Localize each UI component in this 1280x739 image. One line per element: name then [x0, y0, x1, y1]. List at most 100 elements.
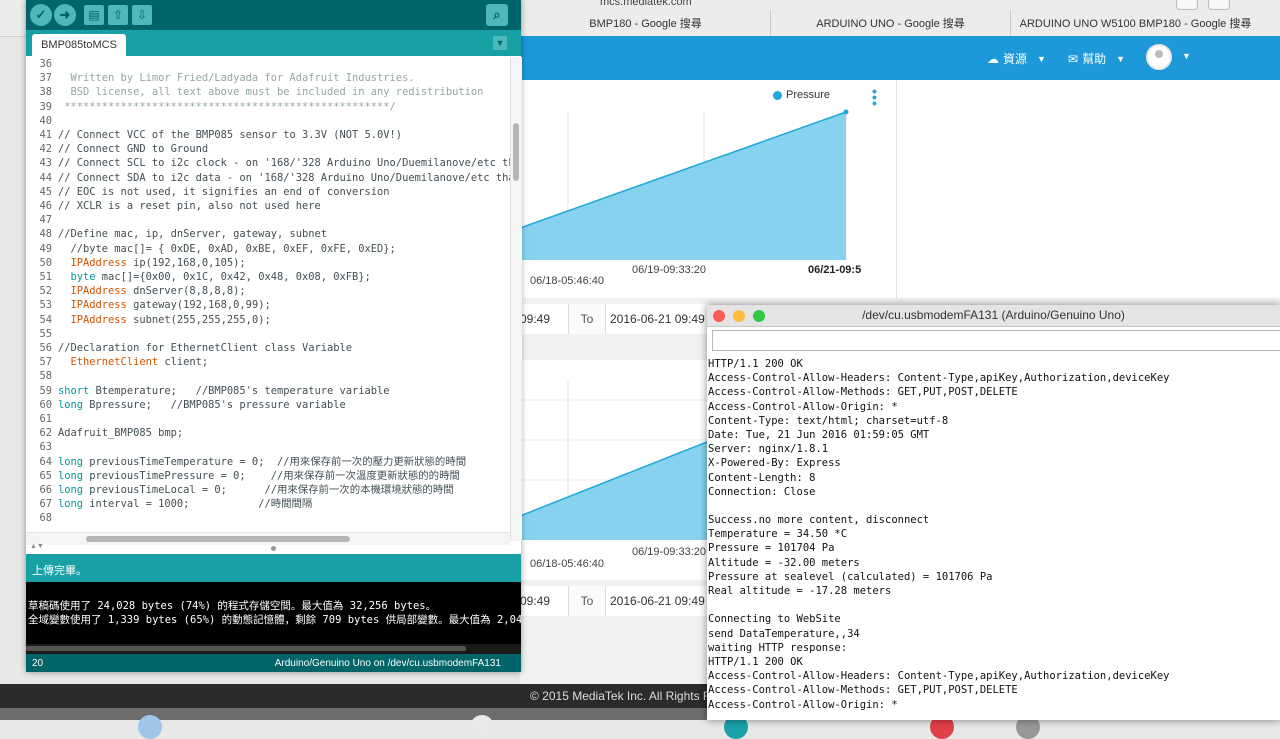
- range-from-value[interactable]: 09:49: [520, 312, 550, 326]
- line-number: 60: [39, 398, 52, 411]
- code-token: // Connect SDA to i2c data - on '168/'32…: [58, 171, 510, 184]
- serial-line: Content-Length: 8: [708, 471, 816, 484]
- browser-tab[interactable]: ARDUINO UNO - Google 搜尋: [770, 10, 1010, 36]
- serial-line: HTTP/1.1 200 OK: [708, 655, 803, 668]
- code-text: // Connect SDA to i2c data - on '168/'32…: [58, 171, 510, 185]
- code-text: // Connect SCL to i2c clock - on '168/'3…: [58, 156, 510, 170]
- browser-tab[interactable]: ARDUINO UNO W5100 BMP180 - Google 搜尋: [1010, 10, 1260, 36]
- scrollbar-thumb[interactable]: [26, 646, 466, 651]
- zoom-window-icon[interactable]: [753, 310, 765, 322]
- date-range-row: 09:49 To 2016-06-21 09:49: [520, 304, 707, 334]
- code-token: previousTimeTemperature = 0; //用來保存前一次的壓…: [83, 455, 467, 468]
- code-line: 48 //Define mac, ip, dnServer, gateway, s…: [26, 227, 327, 241]
- line-number: 39: [39, 100, 52, 113]
- save-sketch-button[interactable]: ⇩: [132, 5, 152, 25]
- line-number: 45: [39, 185, 52, 198]
- code-text: IPAddress subnet(255,255,255,0);: [58, 313, 271, 327]
- tab-menu-icon[interactable]: ▼: [493, 36, 507, 50]
- code-text: //Define mac, ip, dnServer, gateway, sub…: [58, 227, 327, 241]
- verify-button[interactable]: ✓: [30, 4, 52, 26]
- range-to-value[interactable]: 2016-06-21 09:49: [610, 312, 705, 326]
- x-tick-label: 06/18-05:46:40: [530, 558, 605, 570]
- code-editor[interactable]: 36 37 Written by Limor Fried/Ladyada for …: [26, 57, 510, 541]
- code-token: Adafruit_BMP085 bmp;: [58, 427, 184, 440]
- ide-status-bar: 上傳完畢。: [26, 554, 521, 582]
- code-token: long: [58, 455, 84, 468]
- resources-menu[interactable]: ☁ 資源 ▼: [987, 50, 1046, 67]
- serial-line: X-Powered-By: Express: [708, 457, 841, 470]
- data-point: [843, 109, 849, 115]
- code-text: // EOC is not used, it signifies an end …: [58, 185, 390, 199]
- serial-line: Connecting to WebSite: [708, 613, 841, 626]
- code-text: long previousTimePressure = 0; //用來保存前一次…: [58, 469, 460, 483]
- code-line: 66 long previousTimeLocal = 0; //用來保存前一次的…: [26, 483, 453, 497]
- dock-app-icon[interactable]: [138, 715, 162, 739]
- share-icon[interactable]: [1176, 0, 1198, 10]
- code-token: previousTimeLocal = 0; //用來保存前一次的本機環境狀態的…: [83, 484, 454, 496]
- browser-tab[interactable]: BMP180 - Google 搜尋: [520, 10, 770, 36]
- serial-line: Access-Control-Allow-Origin: *: [708, 400, 898, 413]
- browser-tab-label: BMP180 - Google 搜尋: [589, 18, 702, 30]
- editor-horizontal-scrollbar[interactable]: [26, 532, 510, 545]
- code-token: previousTimePressure = 0; //用來保存前一次溫度更新狀…: [83, 469, 460, 482]
- code-token: client;: [158, 356, 209, 369]
- line-number: 56: [39, 342, 52, 354]
- serial-send-input[interactable]: [712, 330, 1280, 351]
- minimize-window-icon[interactable]: [733, 310, 745, 322]
- range-from-value[interactable]: 09:49: [520, 594, 550, 608]
- code-token: //Define mac, ip, dnServer, gateway, sub…: [58, 228, 327, 241]
- scrollbar-thumb[interactable]: [513, 123, 519, 181]
- code-token: BSD license, all text above must be incl…: [58, 86, 484, 99]
- x-tick-label: 06/21-09:5: [808, 264, 862, 276]
- address-bar[interactable]: mcs.mediatek.com: [600, 0, 800, 8]
- dock-app-icon[interactable]: [470, 715, 494, 739]
- code-token: byte: [58, 271, 96, 283]
- code-token: Btemperature; //BMP085's temperature var…: [89, 384, 390, 397]
- code-token: dnServer(8,8,8,8);: [126, 285, 246, 298]
- code-text: Adafruit_BMP085 bmp;: [58, 426, 183, 440]
- ide-tab-bar: BMP085toMCS ▼: [26, 30, 521, 56]
- code-line: 52 IPAddress dnServer(8,8,8,8);: [26, 284, 245, 298]
- line-number: 65: [39, 469, 52, 482]
- code-token: gateway(192,168,0,99);: [126, 299, 271, 312]
- help-label: 幫助: [1082, 52, 1107, 66]
- code-token: long: [58, 484, 84, 496]
- side-panel: [896, 80, 1280, 298]
- code-text: short Btemperature; //BMP085's temperatu…: [58, 384, 390, 398]
- code-line: 51 byte mac[]={0x00, 0x1C, 0x42, 0x48, 0…: [26, 270, 370, 284]
- collapse-arrow-icon[interactable]: ▲▼: [30, 543, 44, 550]
- line-number: 66: [39, 484, 52, 496]
- splitter-handle[interactable]: [271, 546, 276, 551]
- ide-toolbar: ✓ ➜ ▤ ⇧ ⇩ ⌕: [26, 0, 521, 30]
- line-number: 63: [39, 441, 52, 454]
- line-number: 61: [39, 413, 52, 425]
- open-sketch-button[interactable]: ⇧: [108, 5, 128, 25]
- code-line: 47: [26, 213, 52, 227]
- scrollbar-thumb[interactable]: [86, 536, 350, 542]
- code-line: 49 //byte mac[]= { 0xDE, 0xAD, 0xBE, 0xE…: [26, 242, 395, 256]
- user-avatar[interactable]: [1146, 44, 1172, 70]
- code-line: 38 BSD license, all text above must be i…: [26, 85, 483, 99]
- close-window-icon[interactable]: [713, 310, 725, 322]
- code-line: 68: [26, 511, 52, 525]
- caret-down-icon[interactable]: ▼: [1182, 51, 1191, 61]
- help-menu[interactable]: ✉ 幫助 ▼: [1068, 50, 1125, 67]
- sketch-tab[interactable]: BMP085toMCS: [32, 34, 126, 56]
- code-token: Bpressure; //BMP085's pressure variable: [83, 398, 346, 411]
- range-to-value[interactable]: 2016-06-21 09:49: [610, 594, 705, 608]
- new-sketch-button[interactable]: ▤: [84, 5, 104, 25]
- pressure-area: [520, 112, 846, 260]
- upload-button[interactable]: ➜: [54, 4, 76, 26]
- new-tab-icon[interactable]: [1208, 0, 1230, 10]
- console-scrollbar[interactable]: [26, 644, 521, 654]
- code-line: 56 //Declaration for EthernetClient class…: [26, 341, 352, 355]
- line-number: 46: [39, 200, 52, 212]
- serial-line: Access-Control-Allow-Methods: GET,PUT,PO…: [708, 386, 1018, 399]
- serial-line: Altitude = -32.00 meters: [708, 556, 860, 569]
- serial-monitor-button[interactable]: ⌕: [486, 4, 508, 26]
- copyright-text: © 2015 MediaTek Inc. All Rights Re: [530, 689, 719, 703]
- editor-vertical-scrollbar[interactable]: [510, 57, 522, 541]
- serial-line: Success.no more content, disconnect: [708, 514, 930, 527]
- code-token: IPAddress: [58, 299, 127, 312]
- code-token: EthernetClient: [58, 356, 159, 369]
